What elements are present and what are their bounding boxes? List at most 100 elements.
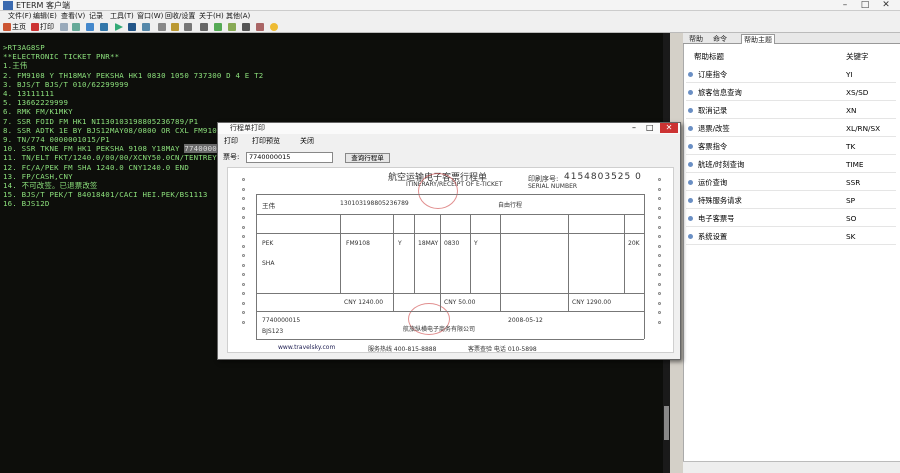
tab-help-topics[interactable]: 帮助主题 <box>741 34 775 44</box>
passenger-name: 王伟 <box>262 202 275 210</box>
help-item[interactable]: 取消记录 XN <box>686 103 896 119</box>
perforation-left <box>242 178 247 348</box>
help-item-name: 特殊服务请求 <box>698 196 742 205</box>
help-item-key: SSR <box>846 178 861 187</box>
menu-tools[interactable]: 工具(T) <box>110 11 134 21</box>
perforation-right <box>658 178 663 348</box>
itinerary-dialog: 行程单打印 – □ ✕ 打印 打印预览 关闭 票号: 7740000015 查询… <box>217 122 681 360</box>
ticket-label: 票号: <box>223 153 240 161</box>
help-item[interactable]: 旅客信息查询 XS/SD <box>686 85 896 101</box>
rule <box>256 233 644 234</box>
menu-window[interactable]: 窗口(W) <box>137 11 163 21</box>
terminal-line: **ELECTRONIC TICKET PNR** <box>3 52 120 62</box>
play-icon[interactable] <box>115 23 123 31</box>
stop-icon[interactable] <box>128 23 136 31</box>
delete-icon[interactable] <box>184 23 192 31</box>
query-itinerary-button[interactable]: 查询行程单 <box>345 153 390 163</box>
dialog-form: 票号: 7740000015 查询行程单 <box>218 150 680 164</box>
tab-command[interactable]: 命令 <box>711 34 729 44</box>
help-item[interactable]: 订座指令 YI <box>686 67 896 83</box>
bullet-icon <box>688 108 693 113</box>
help-item[interactable]: 电子客票号 SO <box>686 211 896 227</box>
bullet-icon <box>688 162 693 167</box>
help-item[interactable]: 客票指令 TK <box>686 139 896 155</box>
help-panel-footer <box>683 461 900 473</box>
rule <box>644 194 645 339</box>
title-bar: ETERM 客户端 – □ ✕ <box>0 0 900 11</box>
bullet-icon <box>688 144 693 149</box>
calc-icon[interactable] <box>228 23 236 31</box>
terminal-line: 3. BJS/T BJS/T 010/62299999 <box>3 79 129 89</box>
bulb-icon[interactable] <box>270 23 278 31</box>
grid-icon[interactable] <box>214 23 222 31</box>
home-icon[interactable] <box>3 23 11 31</box>
help-item[interactable]: 运价查询 SSR <box>686 175 896 191</box>
print-preview-icon[interactable] <box>200 23 208 31</box>
menu-edit[interactable]: 编辑(E) <box>33 11 57 21</box>
menu-help[interactable]: 关于(H) <box>199 11 224 21</box>
header-keyword: 关键字 <box>846 52 869 61</box>
tab-help[interactable]: 帮助 <box>687 34 705 44</box>
help-list-header: 帮助标题 关键字 <box>686 49 896 64</box>
window-icon[interactable] <box>242 23 250 31</box>
rule <box>393 214 394 311</box>
dialog-toolbar: 打印 打印预览 关闭 <box>218 135 680 147</box>
rule <box>256 214 644 215</box>
paste-icon[interactable] <box>171 23 179 31</box>
cut-icon[interactable] <box>142 23 150 31</box>
serial-number: 4154803525 0 <box>564 172 642 182</box>
dialog-print-button[interactable]: 打印 <box>224 135 238 147</box>
help-item[interactable]: 退票/改签 XL/RN/SX <box>686 121 896 137</box>
menu-other[interactable]: 其他(A) <box>226 11 250 21</box>
dialog-close-tool-button[interactable]: 关闭 <box>300 135 314 147</box>
save-icon[interactable] <box>72 23 80 31</box>
copy-icon[interactable] <box>158 23 166 31</box>
baggage: 20K <box>628 240 640 247</box>
help-item-key: SK <box>846 232 856 241</box>
undo-icon[interactable] <box>100 23 108 31</box>
flight-number: FM9108 <box>346 240 370 247</box>
print-icon[interactable] <box>31 23 39 31</box>
user-icon[interactable] <box>256 23 264 31</box>
ticket-number-input[interactable]: 7740000015 <box>246 152 333 163</box>
menu-file[interactable]: 文件(F) <box>8 11 32 21</box>
fare-basis: Y <box>474 240 478 247</box>
rule <box>256 339 644 340</box>
help-item-key: TIME <box>846 160 864 169</box>
bullet-icon <box>688 72 693 77</box>
help-item-name: 客票指令 <box>698 142 728 151</box>
toolbar: 主页 打印 <box>0 21 900 33</box>
dialog-maximize-button[interactable]: □ <box>646 123 654 132</box>
open-icon[interactable] <box>60 23 68 31</box>
toolbar-home-label[interactable]: 主页 <box>12 22 26 32</box>
help-item-name: 取消记录 <box>698 106 728 115</box>
help-item[interactable]: 航班/时刻查询 TIME <box>686 157 896 173</box>
help-item-key: XL/RN/SX <box>846 124 881 133</box>
to-city: SHA <box>262 260 275 267</box>
terminal-scroll-thumb[interactable] <box>664 406 669 440</box>
close-button[interactable]: ✕ <box>876 0 896 10</box>
help-item[interactable]: 特殊服务请求 SP <box>686 193 896 209</box>
maximize-button[interactable]: □ <box>856 0 874 10</box>
website-link[interactable]: www.travelsky.com <box>278 344 335 351</box>
help-item[interactable]: 系统设置 SK <box>686 229 896 245</box>
rule <box>256 311 644 312</box>
route-label: 自由行程 <box>498 202 523 209</box>
menu-view[interactable]: 查看(V) <box>61 11 85 21</box>
issuer-name: 航旅纵横电子商务有限公司 <box>403 326 476 333</box>
dialog-close-button[interactable]: ✕ <box>660 123 678 133</box>
toolbar-print-label[interactable]: 打印 <box>40 22 54 32</box>
menu-record[interactable]: 记录 <box>89 11 103 21</box>
refresh-icon[interactable] <box>86 23 94 31</box>
issue-date: 2008-05-12 <box>508 317 543 324</box>
header-name: 帮助标题 <box>694 52 724 61</box>
official-seal-icon <box>418 173 458 209</box>
flight-time: 0830 <box>444 240 460 247</box>
total-amount: CNY 1290.00 <box>572 299 612 306</box>
rule <box>624 214 625 293</box>
menu-settings[interactable]: 回收/设置 <box>165 11 195 21</box>
dialog-preview-button[interactable]: 打印预览 <box>252 135 280 147</box>
minimize-button[interactable]: – <box>836 0 854 10</box>
dialog-minimize-button[interactable]: – <box>632 123 636 132</box>
hotline: 服务热线 400-815-8888 <box>368 346 437 353</box>
